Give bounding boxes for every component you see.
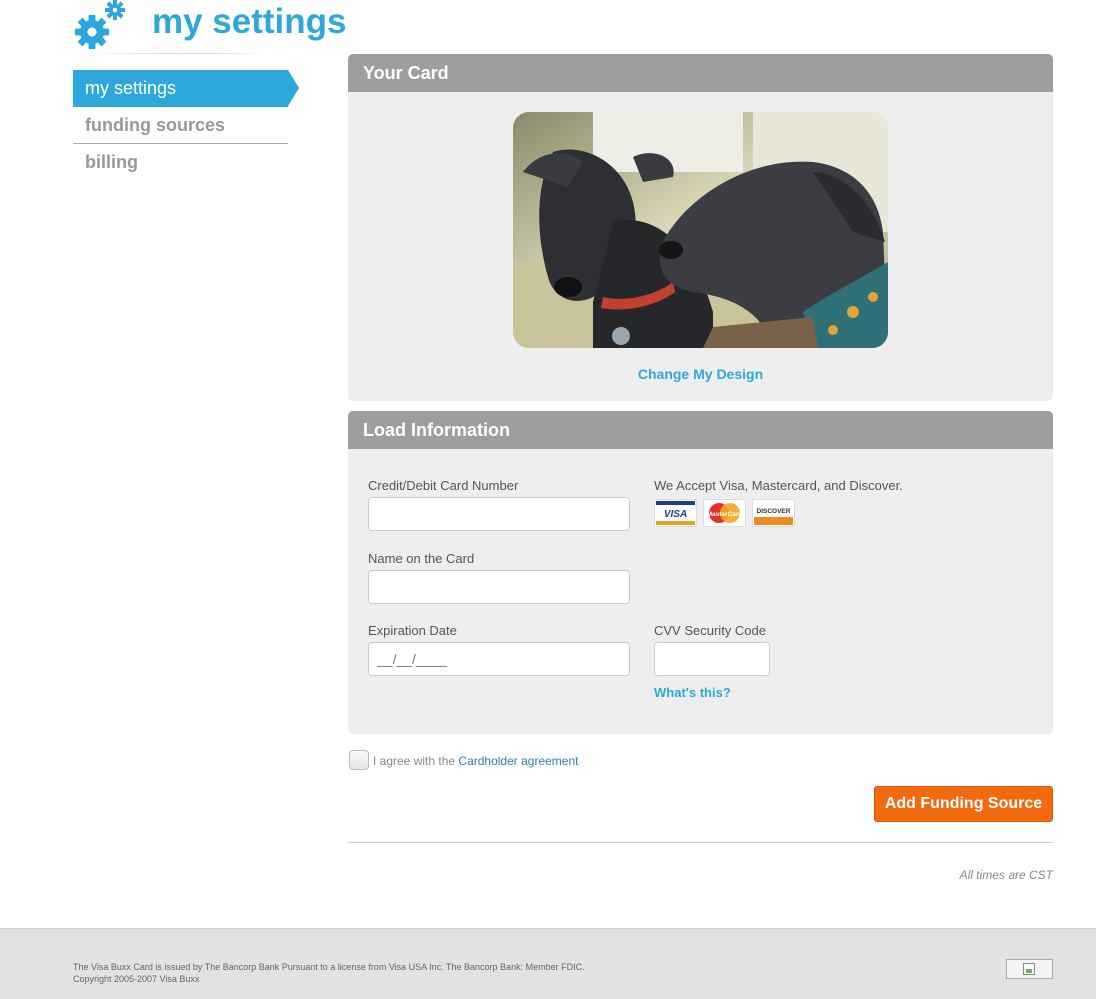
footer-copyright: Copyright 2005-2007 Visa Buxx <box>73 974 200 984</box>
add-funding-source-button[interactable]: Add Funding Source <box>874 786 1053 822</box>
load-information-panel: Load Information Credit/Debit Card Numbe… <box>348 411 1053 734</box>
card-number-input[interactable] <box>368 497 630 531</box>
sidebar-nav: my settings funding sources billing <box>73 70 299 181</box>
card-design-image <box>513 112 888 348</box>
cvv-label: CVV Security Code <box>654 623 766 638</box>
title-divider <box>88 53 268 54</box>
agreement-text: I agree with the Cardholder agreement <box>373 754 578 768</box>
page-title: my settings <box>152 2 347 41</box>
whats-this-link[interactable]: What's this? <box>654 685 731 700</box>
cardholder-agreement-link[interactable]: Cardholder agreement <box>458 754 578 768</box>
discover-label: DISCOVER <box>757 508 791 515</box>
footer-text: The Visa Buxx Card is issued by The Banc… <box>73 961 585 985</box>
sidebar-item-my-settings[interactable]: my settings <box>73 70 299 107</box>
timezone-note: All times are CST <box>959 868 1053 882</box>
visa-card-icon: VISA <box>654 499 697 527</box>
name-on-card-input[interactable] <box>368 570 630 604</box>
discover-card-icon: DISCOVER <box>752 499 795 527</box>
footer-disclaimer: The Visa Buxx Card is issued by The Banc… <box>73 962 585 972</box>
sidebar-item-funding-sources[interactable]: funding sources <box>73 107 288 144</box>
greyhound-photo <box>513 112 888 348</box>
name-label: Name on the Card <box>368 551 475 566</box>
footer: The Visa Buxx Card is issued by The Banc… <box>0 928 1096 999</box>
expiration-label: Expiration Date <box>368 623 457 638</box>
mastercard-icon: MasterCard <box>703 499 746 527</box>
mastercard-label: MasterCard <box>707 511 743 518</box>
content-divider <box>348 842 1053 843</box>
your-card-panel: Your Card Change My Design <box>348 54 1053 401</box>
broken-image-icon <box>1023 963 1035 975</box>
cvv-input[interactable] <box>654 642 770 676</box>
change-design-link[interactable]: Change My Design <box>348 366 1053 382</box>
expiration-date-input[interactable] <box>368 642 630 676</box>
your-card-heading: Your Card <box>348 54 1053 92</box>
accepted-cards-text: We Accept Visa, Mastercard, and Discover… <box>654 478 903 493</box>
load-information-heading: Load Information <box>348 411 1053 449</box>
agreement-prefix: I agree with the <box>373 754 456 768</box>
sidebar-item-billing[interactable]: billing <box>73 144 299 181</box>
visa-label: VISA <box>664 509 687 520</box>
card-number-label: Credit/Debit Card Number <box>368 478 519 493</box>
accepted-cards: VISA MasterCard DISCOVER <box>654 499 795 527</box>
gears-icon <box>75 0 125 49</box>
footer-badge-image[interactable] <box>1006 959 1053 979</box>
agreement-checkbox[interactable] <box>349 750 369 770</box>
